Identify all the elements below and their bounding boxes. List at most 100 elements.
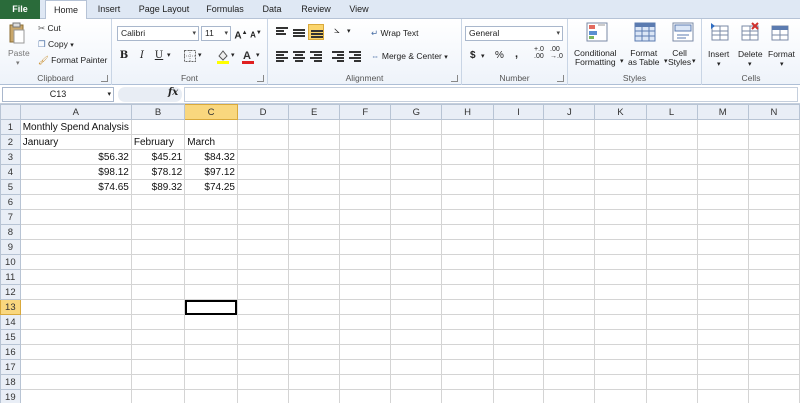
- cell-a15[interactable]: [19, 329, 132, 345]
- cell-e1[interactable]: [288, 119, 341, 135]
- cell-h2[interactable]: [441, 134, 494, 150]
- cell-f5[interactable]: [339, 179, 392, 195]
- cell-d18[interactable]: [236, 374, 290, 390]
- align-left-icon[interactable]: [276, 51, 288, 62]
- cell-j2[interactable]: [543, 134, 596, 150]
- cell-e18[interactable]: [288, 374, 341, 390]
- cell-l10[interactable]: [645, 254, 698, 270]
- cell-m9[interactable]: [696, 239, 749, 255]
- borders-icon[interactable]: [184, 50, 196, 62]
- delete-cells-icon[interactable]: [740, 22, 760, 42]
- cell-b13[interactable]: [130, 299, 186, 315]
- cell-l14[interactable]: [645, 314, 698, 330]
- cell-c9[interactable]: [184, 239, 238, 255]
- cell-n14[interactable]: [747, 314, 800, 330]
- cell-a13[interactable]: [19, 299, 132, 315]
- insert-function-icon[interactable]: fx: [168, 87, 178, 98]
- font-color-dropdown-icon[interactable]: ▾: [256, 51, 260, 59]
- row-header-15[interactable]: 15: [0, 329, 21, 345]
- cell-i6[interactable]: [492, 194, 545, 210]
- cell-l9[interactable]: [645, 239, 698, 255]
- cell-a1[interactable]: Monthly Spend Analysis: [19, 119, 132, 135]
- cell-k14[interactable]: [594, 314, 647, 330]
- cell-styles-dropdown-icon[interactable]: ▾: [692, 57, 696, 65]
- cell-k8[interactable]: [594, 224, 647, 240]
- cell-j9[interactable]: [543, 239, 596, 255]
- delete-dropdown-icon[interactable]: ▾: [748, 60, 752, 68]
- comma-icon[interactable]: ,: [515, 48, 518, 60]
- cell-h1[interactable]: [441, 119, 494, 135]
- cell-c11[interactable]: [184, 269, 238, 285]
- cell-m18[interactable]: [696, 374, 749, 390]
- cell-c15[interactable]: [184, 329, 238, 345]
- format-dropdown-icon[interactable]: ▾: [780, 60, 784, 68]
- cell-h19[interactable]: [441, 389, 494, 403]
- cell-n9[interactable]: [747, 239, 800, 255]
- cell-n13[interactable]: [747, 299, 800, 315]
- cell-a9[interactable]: [19, 239, 132, 255]
- cell-k4[interactable]: [594, 164, 647, 180]
- cell-e5[interactable]: [288, 179, 341, 195]
- cell-i17[interactable]: [492, 359, 545, 375]
- row-header-2[interactable]: 2: [0, 134, 21, 150]
- orientation-dropdown-icon[interactable]: ▾: [347, 27, 351, 35]
- cell-f8[interactable]: [339, 224, 392, 240]
- cell-n5[interactable]: [747, 179, 800, 195]
- cell-g14[interactable]: [390, 314, 443, 330]
- cell-l19[interactable]: [645, 389, 698, 403]
- cell-i15[interactable]: [492, 329, 545, 345]
- align-top-icon[interactable]: [276, 27, 288, 37]
- cell-m17[interactable]: [696, 359, 749, 375]
- cell-f10[interactable]: [339, 254, 392, 270]
- cell-l12[interactable]: [645, 284, 698, 300]
- cell-l4[interactable]: [645, 164, 698, 180]
- row-header-12[interactable]: 12: [0, 284, 21, 300]
- cell-f9[interactable]: [339, 239, 392, 255]
- cell-f16[interactable]: [339, 344, 392, 360]
- tab-data[interactable]: Data: [255, 0, 289, 19]
- cell-j14[interactable]: [543, 314, 596, 330]
- cell-a14[interactable]: [19, 314, 132, 330]
- column-header-g[interactable]: G: [390, 104, 443, 120]
- cell-i5[interactable]: [492, 179, 545, 195]
- cell-g17[interactable]: [390, 359, 443, 375]
- cell-styles-button[interactable]: Cell Styles: [668, 49, 691, 67]
- row-header-7[interactable]: 7: [0, 209, 21, 225]
- cell-l7[interactable]: [645, 209, 698, 225]
- format-painter-button[interactable]: 🖌 Format Painter: [38, 55, 107, 66]
- cell-m15[interactable]: [696, 329, 749, 345]
- grow-font-icon[interactable]: A▲: [234, 26, 248, 41]
- cell-b12[interactable]: [130, 284, 186, 300]
- cell-f13[interactable]: [339, 299, 392, 315]
- cell-e3[interactable]: [288, 149, 341, 165]
- cell-i4[interactable]: [492, 164, 545, 180]
- cell-j13[interactable]: [543, 299, 596, 315]
- cell-m5[interactable]: [696, 179, 749, 195]
- cell-e13[interactable]: [288, 299, 341, 315]
- cell-b5[interactable]: $89.32: [130, 179, 186, 195]
- cell-b15[interactable]: [130, 329, 186, 345]
- cell-g6[interactable]: [390, 194, 443, 210]
- alignment-launcher-icon[interactable]: [451, 75, 458, 82]
- clipboard-launcher-icon[interactable]: [101, 75, 108, 82]
- cell-b10[interactable]: [130, 254, 186, 270]
- align-bottom-icon[interactable]: [308, 24, 324, 40]
- cell-i13[interactable]: [492, 299, 545, 315]
- cell-h15[interactable]: [441, 329, 494, 345]
- cell-b19[interactable]: [130, 389, 186, 403]
- currency-icon[interactable]: $: [470, 50, 476, 61]
- cell-g4[interactable]: [390, 164, 443, 180]
- cell-m16[interactable]: [696, 344, 749, 360]
- cell-k17[interactable]: [594, 359, 647, 375]
- cell-l18[interactable]: [645, 374, 698, 390]
- cell-n4[interactable]: [747, 164, 800, 180]
- cell-n2[interactable]: [747, 134, 800, 150]
- cell-i10[interactable]: [492, 254, 545, 270]
- cell-d13[interactable]: [236, 299, 290, 315]
- paste-dropdown-icon[interactable]: ▾: [16, 59, 20, 67]
- cell-n18[interactable]: [747, 374, 800, 390]
- cell-d2[interactable]: [236, 134, 290, 150]
- cell-b1[interactable]: [130, 119, 186, 135]
- cell-m8[interactable]: [696, 224, 749, 240]
- number-format-combo[interactable]: General ▾: [465, 26, 563, 41]
